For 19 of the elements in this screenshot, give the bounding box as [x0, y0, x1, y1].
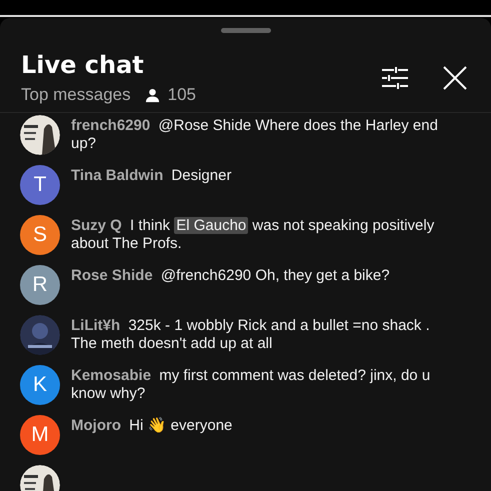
chat-message: Suzy Q I think El Gaucho was not speaking positively about The Profs. [71, 216, 436, 253]
viewer-count: 105 [168, 85, 196, 105]
chat-message: french6290 @Rose Shide Where does the Harley end up? [71, 116, 439, 153]
chat-message: Tina Baldwin Designer [71, 166, 232, 185]
chat-message: Kemosabie my first comment was deleted? jinx, do u know why? [71, 366, 432, 403]
user-avatar: R [20, 265, 60, 305]
close-icon[interactable] [443, 66, 467, 90]
chat-message: LiLit¥h 325k - 1 wobbly Rick and a bullet =no shack . The meth doesn't add up at all [71, 316, 431, 353]
filter-label[interactable]: Top messages [21, 85, 131, 105]
user-avatar: S [20, 215, 60, 255]
settings-icon[interactable] [382, 67, 408, 89]
panel-title: Live chat [21, 51, 145, 79]
chat-message: Mojoro Hi 👋 everyone [71, 416, 234, 435]
user-avatar: T [20, 165, 60, 205]
chat-message: Rose Shide @french6290 Oh, they get a bike? [71, 266, 391, 285]
user-avatar: K [20, 365, 60, 405]
drag-handle[interactable] [220, 28, 270, 33]
person-icon [144, 88, 160, 102]
user-avatar: M [20, 415, 60, 455]
